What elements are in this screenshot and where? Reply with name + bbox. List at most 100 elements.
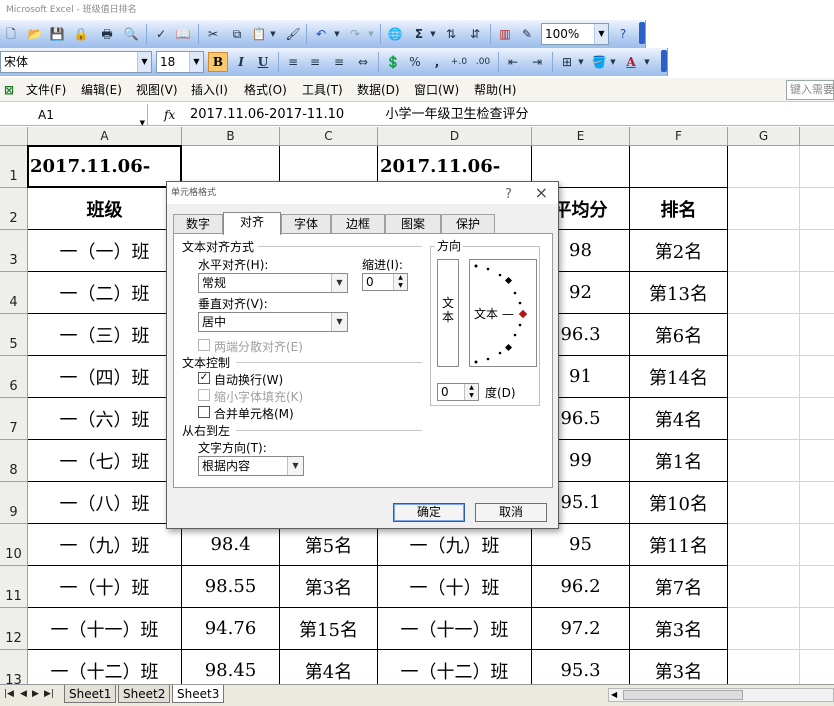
increase-decimal-icon[interactable]: +.0 — [450, 53, 468, 71]
menu-edit[interactable]: 编辑(E) — [81, 78, 122, 102]
table-cell[interactable]: 一（十二）班 — [28, 650, 182, 684]
borders-dropdown-icon[interactable]: ▼ — [576, 53, 586, 71]
table-cell[interactable] — [800, 608, 834, 650]
spelling-icon[interactable]: ✓ — [152, 25, 170, 43]
table-cell[interactable]: 第7名 — [630, 566, 728, 608]
toolbar-grip[interactable] — [639, 22, 645, 44]
tab-alignment[interactable]: 对齐 — [223, 212, 281, 235]
zoom-select[interactable]: 100% ▼ — [541, 23, 609, 45]
menu-file[interactable]: 文件(F) — [26, 78, 66, 102]
table-cell[interactable]: 一（七）班 — [28, 440, 182, 482]
table-cell[interactable]: 一（十）班 — [378, 566, 532, 608]
save-icon[interactable]: 💾 — [48, 25, 66, 43]
chart-wizard-icon[interactable]: ▥ — [496, 25, 514, 43]
menu-view[interactable]: 视图(V) — [136, 78, 178, 102]
bold-button[interactable]: B — [208, 52, 228, 72]
header-cell[interactable] — [800, 188, 834, 230]
sheet-tab-2[interactable]: Sheet2 — [118, 685, 171, 703]
table-cell[interactable]: 一（四）班 — [28, 356, 182, 398]
comma-style-button[interactable]: , — [428, 53, 446, 71]
increase-indent-icon[interactable]: ⇥ — [528, 53, 546, 71]
table-cell[interactable] — [800, 524, 834, 566]
open-folder-icon[interactable]: 📂 — [26, 25, 44, 43]
chevron-down-icon[interactable]: ▼ — [331, 274, 347, 292]
table-cell[interactable]: 第11名 — [630, 524, 728, 566]
table-cell[interactable] — [728, 272, 800, 314]
title-cell[interactable] — [800, 146, 834, 188]
row-header[interactable]: 1 — [0, 146, 28, 188]
autosum-dropdown-icon[interactable]: ▼ — [428, 25, 438, 43]
sheet-tab-3[interactable]: Sheet3 — [172, 685, 225, 703]
paste-dropdown-icon[interactable]: ▼ — [268, 25, 278, 43]
shrink-to-fit-checkbox[interactable] — [198, 389, 210, 401]
row-header[interactable]: 7 — [0, 398, 28, 440]
research-icon[interactable]: 📖 — [174, 25, 192, 43]
tab-protection[interactable]: 保护 — [441, 214, 495, 234]
permission-icon[interactable]: 🔒 — [72, 25, 90, 43]
excel-app-icon[interactable]: ⊠ — [4, 78, 14, 102]
table-cell[interactable] — [728, 440, 800, 482]
tab-border[interactable]: 边框 — [331, 214, 385, 234]
column-header[interactable]: E — [532, 127, 630, 146]
italic-button[interactable]: I — [232, 53, 250, 71]
menu-tools[interactable]: 工具(T) — [302, 78, 343, 102]
name-box[interactable]: A1 ▼ — [0, 104, 148, 127]
drawing-icon[interactable]: ✎ — [518, 25, 536, 43]
table-cell[interactable] — [728, 524, 800, 566]
table-cell[interactable]: 一（九）班 — [28, 524, 182, 566]
table-cell[interactable]: 第10名 — [630, 482, 728, 524]
table-cell[interactable]: 98.55 — [182, 566, 280, 608]
wrap-text-checkbox[interactable]: ✓ — [198, 372, 210, 384]
table-cell[interactable]: 94.76 — [182, 608, 280, 650]
text-direction-select[interactable]: 根据内容 ▼ — [198, 456, 304, 476]
font-color-button[interactable]: A — [622, 53, 640, 71]
merge-center-icon[interactable]: ⇔ — [354, 53, 372, 71]
font-name-select[interactable]: 宋体 ▼ — [0, 51, 152, 73]
table-cell[interactable]: 第13名 — [630, 272, 728, 314]
chevron-down-icon[interactable]: ▼ — [137, 52, 151, 72]
table-cell[interactable]: 一（八）班 — [28, 482, 182, 524]
format-painter-icon[interactable]: 🖌 — [284, 25, 302, 43]
sort-ascending-icon[interactable]: ⇅ — [442, 25, 460, 43]
column-header[interactable]: A — [28, 127, 182, 146]
menu-window[interactable]: 窗口(W) — [414, 78, 459, 102]
paste-icon[interactable]: 📋 — [250, 25, 268, 43]
ok-button[interactable]: 确定 — [393, 503, 465, 522]
formula-input[interactable]: 2017.11.06-2017-11.10 小学一年级卫生检查评分 — [190, 104, 528, 126]
align-right-icon[interactable]: ≡ — [330, 53, 348, 71]
vertical-text-toggle[interactable]: 文本 — [437, 259, 459, 367]
table-cell[interactable] — [728, 650, 800, 684]
table-cell[interactable] — [728, 482, 800, 524]
table-cell[interactable]: 95 — [532, 524, 630, 566]
title-cell[interactable] — [728, 146, 800, 188]
table-cell[interactable]: 第15名 — [280, 608, 378, 650]
insert-function-icon[interactable]: fx — [164, 104, 175, 126]
table-cell[interactable] — [800, 566, 834, 608]
table-cell[interactable]: 第3名 — [280, 566, 378, 608]
chevron-down-icon[interactable]: ▼ — [189, 52, 203, 72]
font-color-dropdown-icon[interactable]: ▼ — [642, 53, 652, 71]
table-cell[interactable]: 一（二）班 — [28, 272, 182, 314]
table-cell[interactable]: 第6名 — [630, 314, 728, 356]
header-cell[interactable]: 班级 — [28, 188, 182, 230]
table-cell[interactable] — [728, 314, 800, 356]
new-document-icon[interactable]: 🗋 — [2, 25, 20, 43]
scrollbar-thumb[interactable] — [623, 690, 743, 700]
percent-button[interactable]: % — [406, 53, 424, 71]
column-header[interactable]: G — [728, 127, 800, 146]
spin-arrows-icon[interactable]: ▲ ▼ — [393, 274, 407, 290]
table-cell[interactable]: 95.3 — [532, 650, 630, 684]
row-header[interactable]: 2 — [0, 188, 28, 230]
table-cell[interactable] — [728, 608, 800, 650]
title-cell[interactable]: 2017.11.06- — [28, 146, 182, 188]
copy-icon[interactable]: ⧉ — [228, 25, 246, 43]
decrease-decimal-icon[interactable]: .00 — [474, 53, 492, 71]
table-cell[interactable] — [800, 230, 834, 272]
fill-color-dropdown-icon[interactable]: ▼ — [608, 53, 618, 71]
tab-font[interactable]: 字体 — [281, 214, 331, 234]
horizontal-scrollbar[interactable]: ◀ — [608, 688, 834, 702]
tab-patterns[interactable]: 图案 — [385, 214, 441, 234]
table-cell[interactable]: 第5名 — [280, 524, 378, 566]
table-cell[interactable]: 98.45 — [182, 650, 280, 684]
fill-color-icon[interactable]: 🪣 — [590, 53, 608, 71]
